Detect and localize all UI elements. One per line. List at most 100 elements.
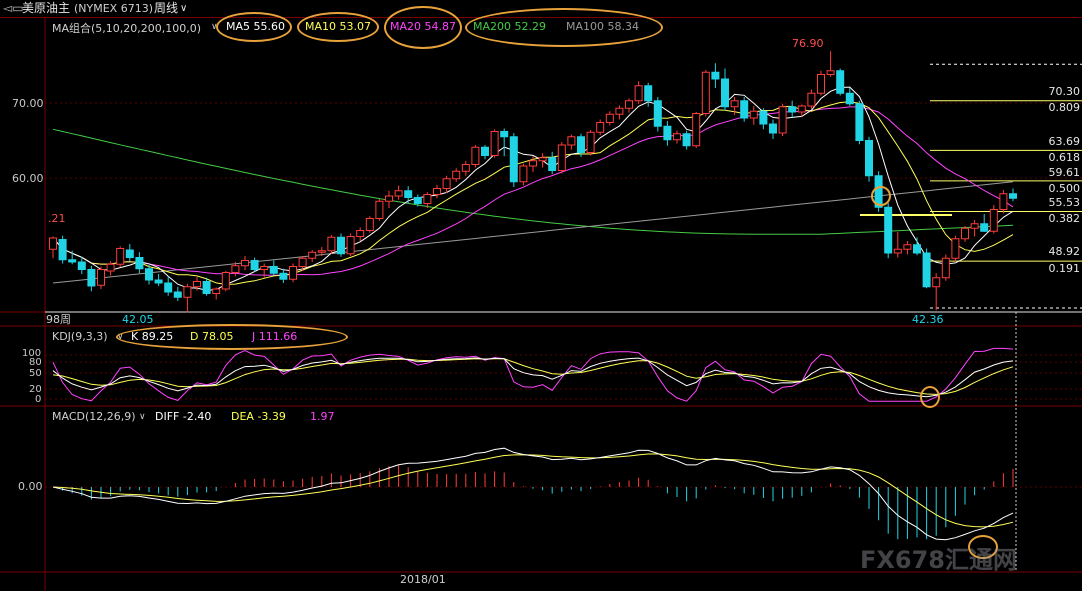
candle-body: [615, 107, 624, 115]
candle-body: [557, 144, 566, 171]
candle-body: [788, 106, 797, 113]
candle-body: [375, 200, 384, 219]
fib-ratio-0382: 0.382: [1048, 212, 1081, 225]
ma20-line: [52, 106, 1014, 276]
candle-body: [634, 85, 643, 102]
candle-body: [471, 146, 480, 165]
candle-body: [932, 277, 941, 288]
candle-body: [241, 260, 249, 267]
macd-diff-value: DIFF -2.40: [155, 410, 212, 423]
candle-body: [884, 206, 893, 254]
fib-price-0382: 55.53: [1048, 196, 1081, 209]
macd-dea-value: DEA -3.39: [231, 410, 286, 423]
fib-price-0618: 63.69: [1048, 135, 1081, 148]
candle-body: [682, 133, 691, 147]
candle-body: [951, 238, 960, 259]
kdj-k-line: [52, 357, 1014, 398]
candle-body: [749, 110, 758, 119]
watermark: FX678汇通网: [860, 546, 1017, 574]
candle-body: [1009, 193, 1017, 199]
candle-body: [769, 123, 777, 134]
candle-body: [625, 100, 633, 109]
candle-body: [941, 257, 950, 279]
candle-body: [442, 178, 451, 189]
candle-body: [759, 110, 768, 125]
chevron-down-icon[interactable]: ∨: [139, 412, 146, 422]
candle-body: [481, 146, 489, 156]
candle-body: [193, 281, 201, 288]
fib-price-0500: 59.61: [1048, 166, 1081, 179]
candle-body: [519, 165, 528, 183]
candle-body: [279, 272, 288, 280]
highlight-ma200-ma100: [465, 8, 663, 47]
candle-body: [356, 230, 365, 237]
fib-price-0809: 70.30: [1048, 85, 1081, 98]
candle-body: [173, 291, 182, 298]
fib-price-0191: 48.92: [1048, 245, 1081, 258]
candle-body: [106, 263, 115, 272]
kdj-group-label[interactable]: KDJ(9,3,3): [52, 330, 108, 343]
candle-body: [730, 100, 739, 108]
candle-body: [452, 170, 461, 180]
low-price-left-label: 42.05: [122, 313, 154, 326]
candle-body: [404, 190, 413, 198]
candle-body: [269, 266, 278, 274]
fib-ratio-0809: 0.809: [1048, 101, 1081, 114]
candle-body: [529, 160, 537, 167]
candle-body: [922, 252, 931, 288]
candle-body: [663, 125, 672, 141]
candle-body: [433, 188, 441, 195]
fib-ratio-0618: 0.618: [1048, 151, 1081, 164]
candle-body: [231, 265, 240, 273]
candle-body: [989, 209, 998, 232]
candle-body: [77, 261, 86, 270]
candle-body: [250, 260, 259, 270]
candle-body: [135, 257, 144, 270]
candle-body: [865, 140, 873, 177]
candle-body: [202, 281, 211, 294]
highlight-ma20: [384, 6, 462, 49]
highlight-ma10: [297, 12, 379, 42]
candle-body: [183, 286, 192, 298]
candle-body: [298, 257, 307, 267]
candle-body: [596, 122, 605, 133]
candle-body: [970, 223, 979, 229]
candle-body: [87, 269, 96, 287]
ma10-line: [52, 101, 1014, 285]
candle-body: [308, 251, 317, 259]
candle-body: [692, 113, 701, 147]
candle-body: [826, 70, 835, 75]
candle-body: [903, 244, 912, 250]
candle-body: [154, 279, 163, 284]
candle-body: [711, 71, 720, 80]
ma5-line: [52, 86, 1014, 291]
candle-body: [164, 282, 173, 293]
candle-body: [548, 157, 557, 171]
candle-body: [644, 85, 653, 102]
candle-body: [855, 103, 864, 141]
candle-body: [58, 239, 67, 261]
highlight-ma5: [216, 12, 292, 42]
candle-body: [836, 70, 845, 94]
candle-body: [538, 157, 547, 162]
candle-body: [490, 131, 499, 156]
candle-body: [97, 269, 105, 286]
candle-body: [605, 113, 614, 123]
chart-canvas: [0, 17, 1082, 591]
candle-body: [337, 236, 345, 255]
candle-body: [673, 133, 681, 141]
price-tick-60: 60.00: [12, 172, 44, 185]
kdj-tick-50: 50: [29, 368, 42, 379]
candle-body: [221, 272, 230, 290]
candle-body: [740, 100, 749, 119]
candle-body: [653, 100, 662, 127]
candle-body: [327, 236, 336, 252]
fib-ratio-0191: 0.191: [1048, 262, 1081, 275]
candle-body: [260, 266, 269, 270]
price-tick-70: 70.00: [12, 97, 44, 110]
macd-group-label[interactable]: MACD(12,26,9): [52, 410, 136, 423]
candle-body: [980, 223, 989, 232]
ma-group-label[interactable]: MA组合(5,10,20,200,100,0): [52, 20, 201, 36]
kdj-tick-0: 0: [35, 394, 42, 405]
candle-body: [913, 244, 921, 254]
